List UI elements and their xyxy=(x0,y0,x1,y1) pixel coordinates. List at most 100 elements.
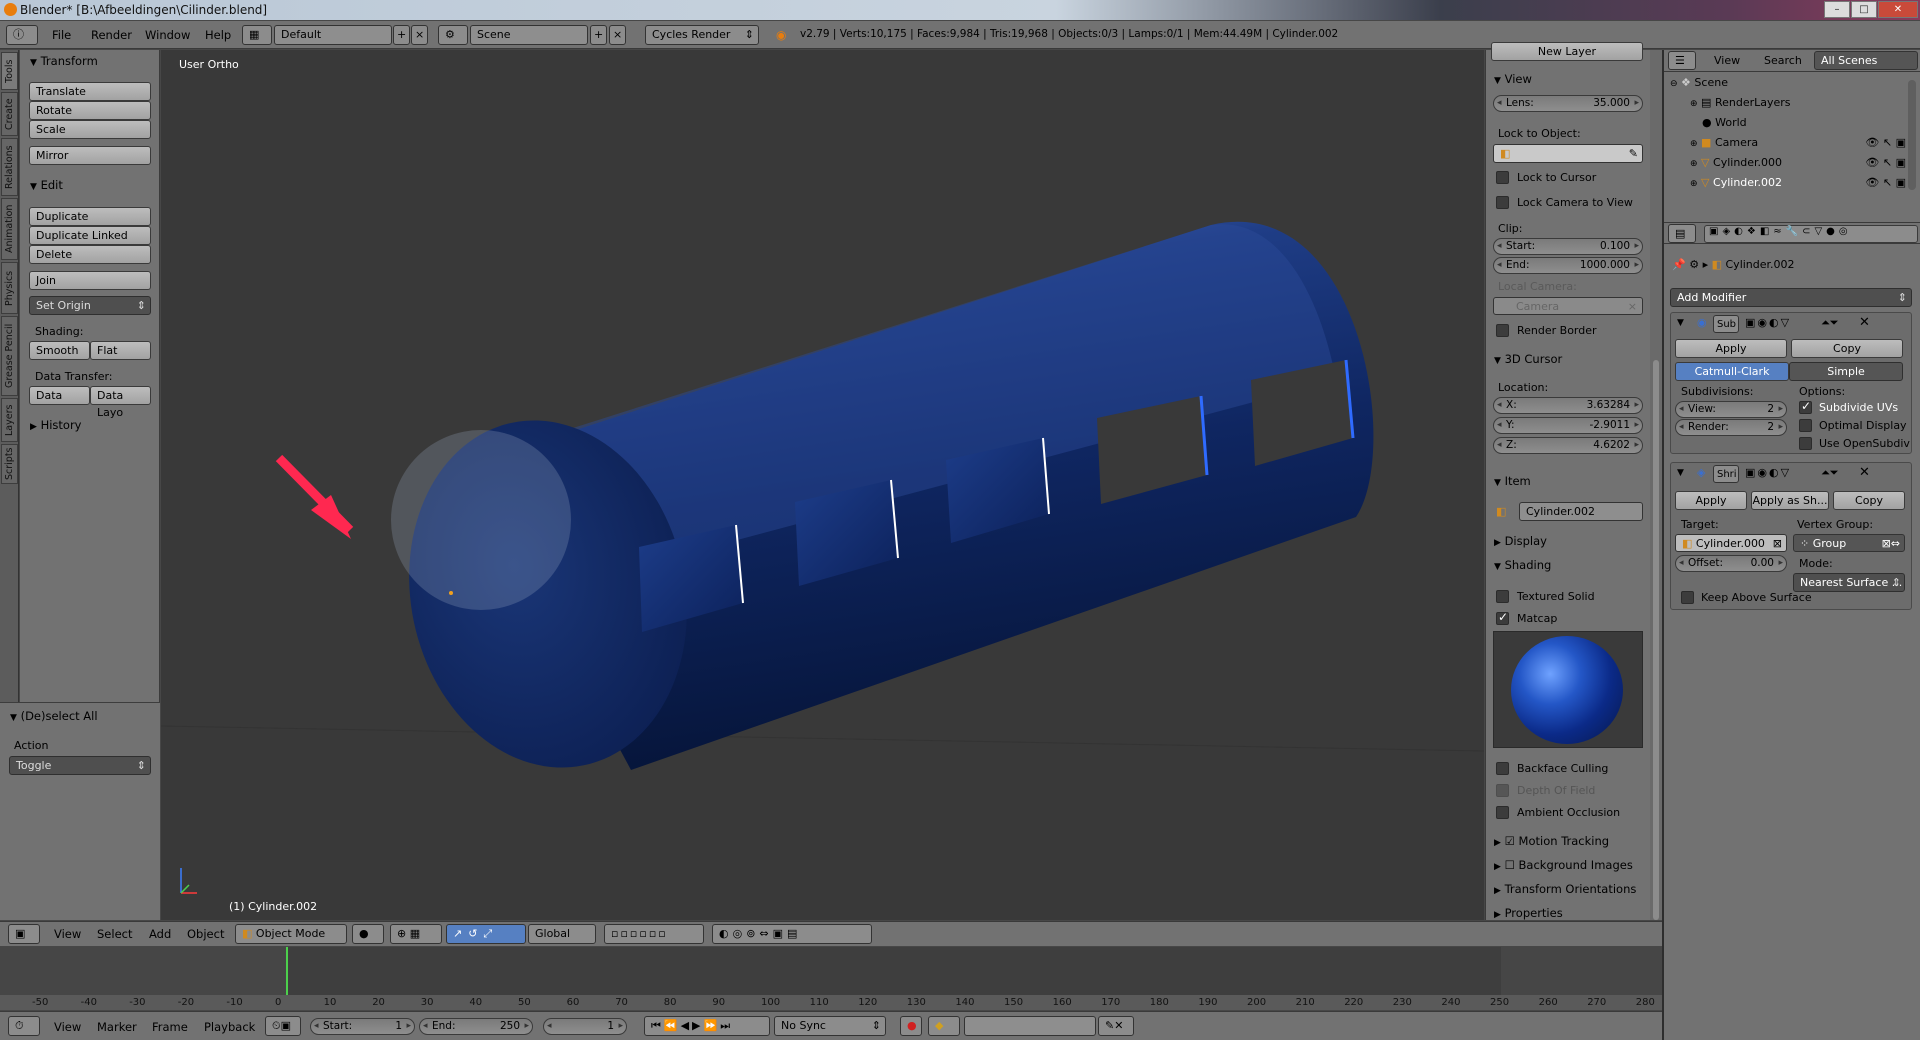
move-up-down-icons[interactable]: ⏶⏷ xyxy=(1821,316,1839,330)
move-up-down-icons[interactable]: ⏶⏷ xyxy=(1821,466,1839,480)
remove-scene-button[interactable]: × xyxy=(609,25,626,45)
use-opensubdiv-checkbox[interactable] xyxy=(1799,437,1812,450)
timeline-marker-menu[interactable]: Marker xyxy=(97,1020,137,1034)
mirror-button[interactable]: Mirror xyxy=(29,146,151,165)
3d-viewport[interactable]: User Ortho (1) Cylinder.002 xyxy=(161,50,1484,920)
n-panel-scrollbar[interactable] xyxy=(1650,50,1662,920)
join-button[interactable]: Join xyxy=(29,271,151,290)
record-button[interactable]: ● xyxy=(900,1016,922,1036)
lock-to-cursor-checkbox[interactable] xyxy=(1496,171,1509,184)
render-border-checkbox[interactable] xyxy=(1496,324,1509,337)
end-frame-field[interactable]: End: 250 xyxy=(419,1018,533,1035)
properties-editor-icon[interactable]: ▤ xyxy=(1668,224,1696,243)
info-editor-icon[interactable]: ⓘ xyxy=(6,25,38,45)
apply-as-shape-button[interactable]: Apply as Sh... xyxy=(1751,491,1829,510)
operator-panel-header[interactable]: ▼ (De)select All xyxy=(10,709,98,723)
shading-mode-icon[interactable]: ● xyxy=(352,924,384,944)
remove-layout-button[interactable]: × xyxy=(411,25,428,45)
motion-tracking-header[interactable]: ▶ ☑ Motion Tracking xyxy=(1494,834,1609,848)
outliner-editor-icon[interactable]: ☰ xyxy=(1668,51,1696,70)
tab-physics[interactable]: Physics xyxy=(1,262,18,314)
edit-panel-header[interactable]: ▼ Edit xyxy=(30,178,63,192)
playback-controls[interactable]: ⏮⏪◀▶⏩⏭ xyxy=(644,1016,770,1036)
outliner-row-scene[interactable]: ⊖ ❖ Scene xyxy=(1670,76,1910,94)
item-panel-header[interactable]: ▼ Item xyxy=(1494,474,1531,488)
transform-panel-header[interactable]: ▼ Transform xyxy=(30,54,98,68)
viewport-view-menu[interactable]: View xyxy=(54,927,81,941)
keyframe-icons[interactable]: ◆ xyxy=(928,1016,960,1036)
maximize-button[interactable]: □ xyxy=(1851,1,1877,18)
smooth-button[interactable]: Smooth xyxy=(29,341,90,360)
timeline-frame-menu[interactable]: Frame xyxy=(152,1020,188,1034)
current-frame-line[interactable] xyxy=(286,947,288,997)
tab-relations[interactable]: Relations xyxy=(1,138,18,196)
data-layout-button[interactable]: Data Layo xyxy=(90,386,151,419)
tab-layers[interactable]: Layers xyxy=(1,398,18,442)
cursor-x-field[interactable]: X: 3.63284 xyxy=(1493,397,1643,414)
textured-solid-checkbox[interactable] xyxy=(1496,590,1509,603)
timeline-playback-menu[interactable]: Playback xyxy=(204,1020,255,1034)
outliner-view-menu[interactable]: View xyxy=(1714,54,1740,67)
sync-select[interactable]: No Sync ⇕ xyxy=(774,1016,886,1036)
cursor-y-field[interactable]: Y: -2.9011 xyxy=(1493,417,1643,434)
cursor-panel-header[interactable]: ▼ 3D Cursor xyxy=(1494,352,1562,366)
data-button[interactable]: Data xyxy=(29,386,90,405)
subsurf-view-field[interactable]: View: 2 xyxy=(1675,401,1787,418)
duplicate-linked-button[interactable]: Duplicate Linked xyxy=(29,226,151,245)
shrinkwrap-copy-button[interactable]: Copy xyxy=(1833,491,1905,510)
timeline[interactable]: -50 -40 -30 -20 -10 0 10 20 30 40 50 60 70 80 90 100 110… xyxy=(0,947,1662,1010)
subsurf-render-field[interactable]: Render: 2 xyxy=(1675,419,1787,436)
current-frame-field[interactable]: 1 xyxy=(543,1018,627,1035)
action-select[interactable]: Toggle ⇕ xyxy=(9,756,151,775)
rotate-button[interactable]: Rotate xyxy=(29,101,151,120)
duplicate-button[interactable]: Duplicate xyxy=(29,207,151,226)
screen-layout-field[interactable]: Default xyxy=(274,25,392,45)
cursor-z-field[interactable]: Z: 4.6202 xyxy=(1493,437,1643,454)
lens-field[interactable]: Lens: 35.000 xyxy=(1493,95,1643,112)
scene-icon[interactable]: ⚙ xyxy=(438,25,468,45)
pivot-icon[interactable]: ⊕ ▦ xyxy=(390,924,442,944)
insert-keyframe-icons[interactable]: ✎✕ xyxy=(1098,1016,1134,1036)
scale-button[interactable]: Scale xyxy=(29,120,151,139)
clip-end-field[interactable]: End: 1000.000 xyxy=(1493,257,1643,274)
minimize-button[interactable]: – xyxy=(1824,1,1850,18)
subdivide-uvs-checkbox[interactable] xyxy=(1799,399,1812,414)
offset-field[interactable]: Offset: 0.00 xyxy=(1675,555,1787,572)
scene-field[interactable]: Scene xyxy=(470,25,588,45)
add-scene-button[interactable]: + xyxy=(590,25,607,45)
menu-file[interactable]: File xyxy=(52,28,71,42)
vertex-group-field[interactable]: ⁘ Group ⊠⇔ xyxy=(1793,534,1905,552)
outliner-scrollbar[interactable] xyxy=(1908,80,1916,190)
collapse-icon[interactable]: ▼ xyxy=(1677,318,1684,328)
manipulator-icons[interactable]: ↗↺⤢ xyxy=(446,924,526,944)
clip-start-field[interactable]: Start: 0.100 xyxy=(1493,238,1643,255)
shrinkwrap-name-field[interactable]: Shri xyxy=(1713,465,1739,483)
viewport-add-menu[interactable]: Add xyxy=(149,927,171,941)
mode-select[interactable]: Nearest Surface ... ⇕ xyxy=(1793,573,1905,592)
tab-grease-pencil[interactable]: Grease Pencil xyxy=(1,316,18,396)
flat-button[interactable]: Flat xyxy=(90,341,151,360)
viewport-select-menu[interactable]: Select xyxy=(97,927,132,941)
lock-object-field[interactable]: ◧ ✎ xyxy=(1493,144,1643,163)
add-layout-button[interactable]: + xyxy=(393,25,410,45)
remove-modifier-icon[interactable]: ✕ xyxy=(1859,465,1870,480)
timeline-editor-icon[interactable]: ⏱ xyxy=(8,1016,40,1036)
backface-culling-checkbox[interactable] xyxy=(1496,762,1509,775)
modifier-visibility-icons[interactable]: ▣◉◐▽ xyxy=(1745,466,1791,479)
collapse-icon[interactable]: ▼ xyxy=(1677,468,1684,478)
outliner-row-world[interactable]: ● World xyxy=(1702,116,1902,134)
matcap-preview[interactable] xyxy=(1493,631,1643,748)
mode-select[interactable]: ◧ Object Mode xyxy=(235,924,347,944)
properties-panel-header[interactable]: ▶ Properties xyxy=(1494,906,1563,920)
item-name-field[interactable]: Cylinder.002 xyxy=(1519,502,1643,521)
view-panel-header[interactable]: ▼ View xyxy=(1494,72,1532,86)
remove-modifier-icon[interactable]: ✕ xyxy=(1859,315,1870,330)
layout-icon[interactable]: ▦ xyxy=(242,25,272,45)
transform-orientations-header[interactable]: ▶ Transform Orientations xyxy=(1494,882,1636,896)
properties-context-tabs[interactable]: ▣◈◐❖◧≈🔧⊂▽●◎ xyxy=(1704,225,1918,243)
viewport-object-menu[interactable]: Object xyxy=(187,927,224,941)
outliner-row-cylinder-002[interactable]: ⊕ ▽ Cylinder.002 👁 ↖ ▣ xyxy=(1690,176,1910,194)
keying-set-field[interactable] xyxy=(964,1016,1096,1036)
outliner-row-camera[interactable]: ⊕ ■ Camera 👁 ↖ ▣ xyxy=(1690,136,1910,154)
simple-button[interactable]: Simple xyxy=(1789,362,1903,381)
